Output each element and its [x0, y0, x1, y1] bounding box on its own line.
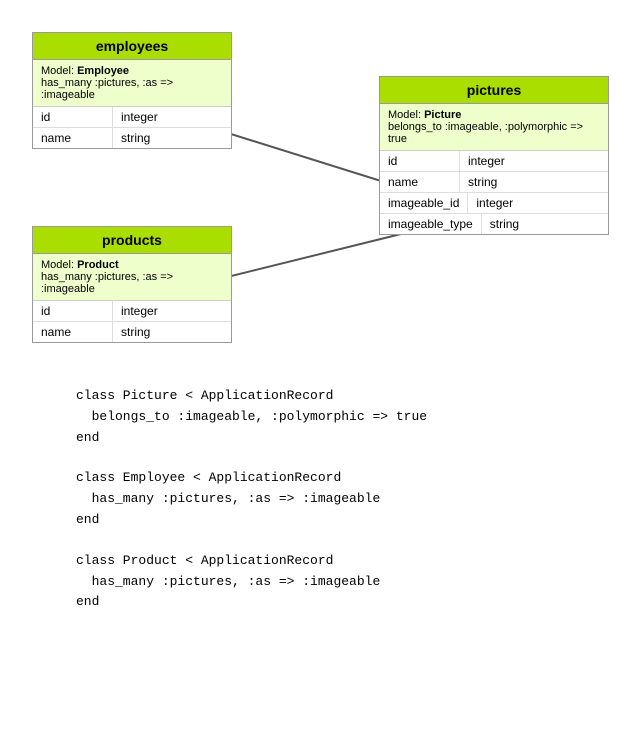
code-line: has_many :pictures, :as => :imageable — [76, 572, 565, 593]
code-block-employee: class Employee < ApplicationRecord has_m… — [76, 468, 565, 530]
products-box: products Model: Product has_many :pictur… — [32, 226, 232, 343]
pictures-header: pictures — [380, 77, 608, 104]
diagram: employees Model: Employee has_many :pict… — [16, 16, 625, 356]
table-row: id integer — [380, 151, 608, 172]
col-name: name — [33, 128, 113, 148]
col-name: imageable_type — [380, 214, 482, 234]
products-header: products — [33, 227, 231, 254]
col-type: integer — [113, 107, 166, 127]
products-meta: Model: Product has_many :pictures, :as =… — [33, 254, 231, 301]
code-line: end — [76, 428, 565, 449]
table-row: imageable_type string — [380, 214, 608, 234]
col-type: string — [113, 128, 158, 148]
table-row: id integer — [33, 301, 231, 322]
col-name: imageable_id — [380, 193, 468, 213]
products-rows: id integer name string — [33, 301, 231, 342]
col-name: id — [33, 107, 113, 127]
employees-meta: Model: Employee has_many :pictures, :as … — [33, 60, 231, 107]
code-block-product: class Product < ApplicationRecord has_ma… — [76, 551, 565, 613]
employees-rows: id integer name string — [33, 107, 231, 148]
table-row: name string — [33, 128, 231, 148]
table-row: id integer — [33, 107, 231, 128]
code-line: end — [76, 510, 565, 531]
col-type: integer — [113, 301, 166, 321]
col-type: integer — [460, 151, 513, 171]
code-line: belongs_to :imageable, :polymorphic => t… — [76, 407, 565, 428]
col-name: name — [33, 322, 113, 342]
table-row: name string — [33, 322, 231, 342]
code-line: has_many :pictures, :as => :imageable — [76, 489, 565, 510]
col-name: name — [380, 172, 460, 192]
code-line: end — [76, 592, 565, 613]
pictures-meta: Model: Picture belongs_to :imageable, :p… — [380, 104, 608, 151]
table-row: imageable_id integer — [380, 193, 608, 214]
code-block-picture: class Picture < ApplicationRecord belong… — [76, 386, 565, 448]
employees-header: employees — [33, 33, 231, 60]
pictures-box: pictures Model: Picture belongs_to :imag… — [379, 76, 609, 235]
col-type: string — [482, 214, 527, 234]
col-type: string — [113, 322, 158, 342]
col-type: integer — [468, 193, 521, 213]
col-name: id — [33, 301, 113, 321]
pictures-rows: id integer name string imageable_id inte… — [380, 151, 608, 234]
code-line: class Employee < ApplicationRecord — [76, 468, 565, 489]
col-name: id — [380, 151, 460, 171]
employees-box: employees Model: Employee has_many :pict… — [32, 32, 232, 149]
code-line: class Product < ApplicationRecord — [76, 551, 565, 572]
code-line: class Picture < ApplicationRecord — [76, 386, 565, 407]
col-type: string — [460, 172, 505, 192]
table-row: name string — [380, 172, 608, 193]
code-section: class Picture < ApplicationRecord belong… — [16, 376, 625, 643]
